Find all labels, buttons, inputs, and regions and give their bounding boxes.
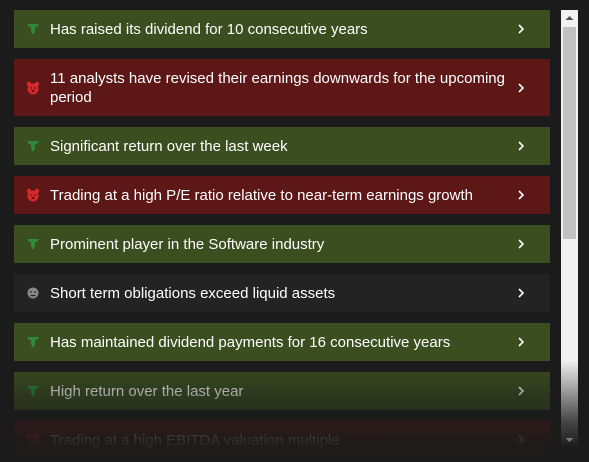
scrollbar[interactable] (561, 10, 578, 448)
bull-icon (27, 386, 39, 396)
scrollbar-thumb[interactable] (563, 27, 576, 239)
insight-row[interactable]: Significant return over the last week (14, 127, 550, 165)
insight-label: High return over the last year (50, 382, 244, 400)
insight-label: Prominent player in the Software industr… (50, 235, 325, 253)
bull-icon (27, 24, 39, 34)
insight-row[interactable]: Trading at a high EBITDA valuation multi… (14, 421, 550, 459)
chevron-right-icon (518, 288, 525, 298)
chevron-right-icon (518, 24, 525, 34)
insight-label: Significant return over the last week (50, 137, 288, 155)
insight-row[interactable]: Has raised its dividend for 10 consecuti… (14, 10, 550, 48)
insight-row[interactable]: Short term obligations exceed liquid ass… (14, 274, 550, 312)
insight-label: Has raised its dividend for 10 consecuti… (50, 20, 368, 38)
scroll-up-arrow-icon[interactable] (561, 10, 578, 26)
insight-label: Has maintained dividend payments for 16 … (50, 333, 451, 351)
chevron-right-icon (518, 141, 525, 151)
chevron-right-icon (518, 337, 525, 347)
scroll-down-arrow-icon[interactable] (561, 432, 578, 448)
bull-icon (27, 141, 39, 151)
chevron-right-icon (518, 435, 525, 445)
chevron-right-icon (518, 82, 525, 93)
insight-label: Trading at a high EBITDA valuation multi… (50, 431, 340, 449)
insight-row[interactable]: 11 analysts have revised their earnings … (14, 59, 550, 116)
neutral-icon (27, 287, 39, 299)
insights-panel: Has raised its dividend for 10 consecuti… (0, 0, 589, 462)
insight-row[interactable]: High return over the last year (14, 372, 550, 410)
insight-row[interactable]: Has maintained dividend payments for 16 … (14, 323, 550, 361)
insight-row[interactable]: Trading at a high P/E ratio relative to … (14, 176, 550, 214)
bear-icon (26, 81, 40, 94)
chevron-right-icon (518, 239, 525, 249)
insight-label: 11 analysts have revised their earnings … (50, 69, 505, 106)
bear-icon (26, 188, 40, 202)
insight-row[interactable]: Prominent player in the Software industr… (14, 225, 550, 263)
chevron-right-icon (518, 190, 525, 200)
bull-icon (27, 239, 39, 249)
bull-icon (27, 337, 39, 347)
chevron-right-icon (518, 386, 525, 396)
insight-label: Trading at a high P/E ratio relative to … (50, 186, 473, 204)
insights-list: Has raised its dividend for 10 consecuti… (14, 10, 550, 462)
bear-icon (26, 433, 40, 447)
insight-label: Short term obligations exceed liquid ass… (50, 284, 336, 302)
